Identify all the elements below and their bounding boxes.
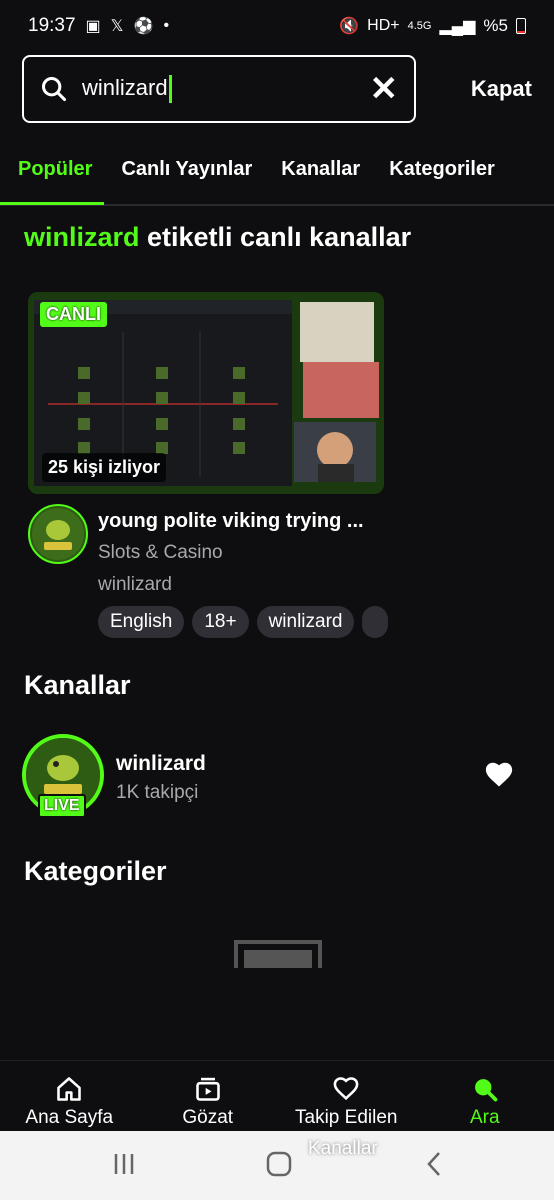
channel-row[interactable]: LIVE winlizard 1K takipçi [22, 734, 532, 824]
close-search-button[interactable]: Kapat [471, 76, 532, 102]
hd-plus-icon: HD+ [367, 17, 400, 34]
home-button-icon[interactable] [265, 1150, 293, 1178]
network-type: 4.5G [407, 20, 432, 32]
tab-live-streams[interactable]: Canlı Yayınlar [121, 141, 252, 203]
nav-browse-label: Gözat [182, 1107, 234, 1128]
stream-thumbnail[interactable]: CANLI 25 kişi izliyor [28, 292, 384, 494]
nav-search-label: Ara [469, 1107, 500, 1128]
channels-section-title: Kanallar [24, 670, 131, 700]
channel-live-badge: LIVE [38, 794, 86, 818]
categories-section-title: Kategoriler [24, 856, 167, 886]
dot-icon: • [163, 17, 170, 34]
x-icon: 𝕏 [110, 18, 124, 35]
home-icon [57, 1077, 82, 1101]
nav-search[interactable]: Ara [416, 1061, 554, 1135]
channel-followers: 1K takipçi [116, 782, 199, 803]
image-icon: ▣ [85, 18, 101, 35]
stream-title[interactable]: young polite viking trying ... [98, 510, 388, 533]
battery-level: %5 [483, 16, 508, 35]
lizard-logo-icon [32, 508, 84, 560]
football-icon: ⚽ [133, 18, 154, 35]
nav-following[interactable]: Takip Edilen [277, 1061, 416, 1135]
search-icon [41, 76, 67, 102]
stream-channel-name[interactable]: winlizard [98, 574, 172, 596]
close-icon[interactable]: ✕ [370, 72, 399, 106]
channel-avatar[interactable] [28, 504, 88, 564]
follow-heart-icon[interactable] [484, 760, 514, 788]
battery-icon [516, 18, 526, 34]
signal-icon: ▂▄▆ [439, 18, 476, 35]
search-input[interactable]: winlizard ✕ [22, 55, 416, 123]
heart-icon [333, 1077, 359, 1101]
status-bar: 19:37 ▣ 𝕏 ⚽ • 🔇 HD+ 4.5G ▂▄▆ %5 [0, 0, 554, 52]
tab-popular[interactable]: Popüler [0, 141, 105, 205]
loading-placeholder [234, 940, 322, 968]
search-icon [474, 1079, 498, 1102]
search-tabs: Popüler Canlı Yayınlar Kanallar Kategori… [0, 140, 554, 206]
status-right: 🔇 HD+ 4.5G ▂▄▆ %5 [339, 16, 526, 36]
tag-chip[interactable]: English [98, 606, 185, 638]
tag-chip[interactable]: 18+ [192, 606, 249, 638]
results-heading-suffix: etiketli canlı kanallar [139, 222, 412, 252]
tag-chip-partial[interactable] [362, 606, 388, 638]
tab-categories[interactable]: Kategoriler [389, 141, 495, 203]
nav-browse[interactable]: Gözat [139, 1061, 278, 1135]
results-heading: winlizard etiketli canlı kanallar [24, 222, 411, 253]
clock: 19:37 [28, 15, 76, 36]
back-icon[interactable] [424, 1150, 444, 1178]
results-heading-keyword: winlizard [24, 222, 140, 252]
browse-icon [195, 1077, 220, 1101]
status-left: 19:37 ▣ 𝕏 ⚽ • [28, 15, 169, 37]
search-value[interactable]: winlizard [82, 75, 370, 104]
bottom-nav: Ana Sayfa Gözat Takip Edilen Ara [0, 1060, 554, 1135]
search-row: winlizard ✕ Kapat [22, 54, 532, 124]
tab-channels[interactable]: Kanallar [281, 141, 360, 203]
viewer-count: 25 kişi izliyor [42, 453, 167, 482]
recent-apps-icon[interactable] [112, 1150, 136, 1178]
overlay-label: Kanallar [308, 1138, 378, 1159]
nav-home[interactable]: Ana Sayfa [0, 1061, 139, 1135]
tag-chip[interactable]: winlizard [256, 606, 355, 638]
stream-category[interactable]: Slots & Casino [98, 542, 223, 564]
nav-home-label: Ana Sayfa [25, 1107, 114, 1128]
channel-name[interactable]: winlizard [116, 752, 206, 776]
stream-tags: English 18+ winlizard [98, 606, 388, 640]
nav-following-label: Takip Edilen [295, 1107, 398, 1128]
mute-icon: 🔇 [339, 18, 360, 35]
live-badge: CANLI [40, 302, 107, 327]
